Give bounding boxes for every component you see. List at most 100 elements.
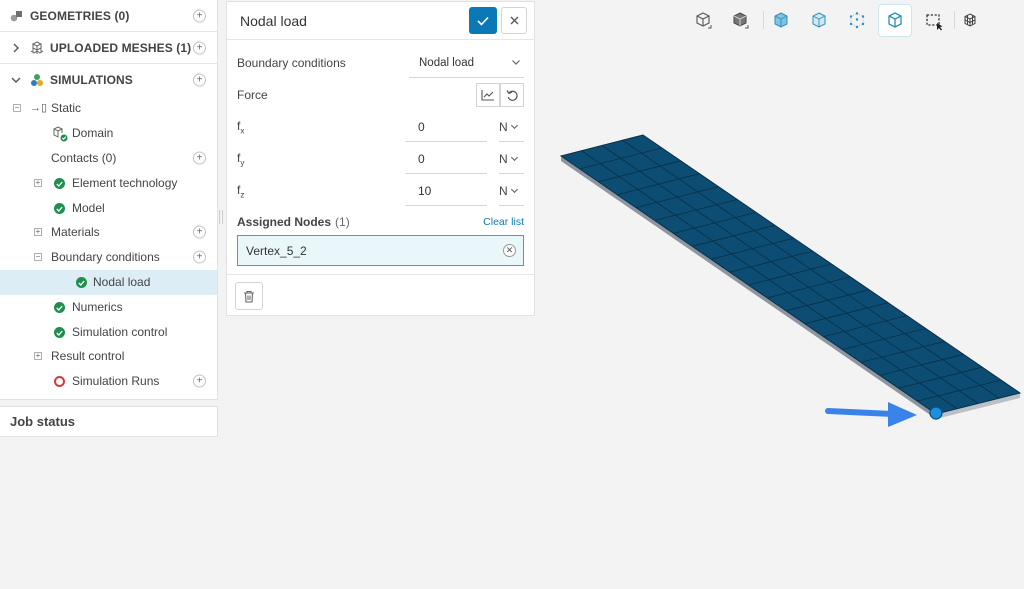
view-surface-button[interactable] [878,4,912,37]
add-material-button[interactable]: + [193,225,206,239]
remove-node-button[interactable]: ✕ [503,244,516,257]
chevron-down-icon [510,156,518,162]
chevron-down-icon[interactable] [10,76,22,84]
view-blue-solid-button[interactable] [764,4,798,37]
mesh-settings-button[interactable] [953,4,987,37]
force-y-unit-select[interactable]: N [499,144,524,174]
close-button[interactable] [501,7,527,34]
job-status-title: Job status [10,414,76,429]
panel-header: Nodal load [227,2,534,40]
tree-item-static[interactable]: − →▯ Static [0,96,217,121]
view-edges-button[interactable] [802,4,836,37]
add-mesh-button[interactable]: + [193,41,206,54]
selected-vertex-marker[interactable] [929,406,943,420]
force-z-input[interactable]: 10 [405,176,487,206]
collapse-icon[interactable]: − [34,253,42,261]
force-z-row: fz 10 N [237,176,524,206]
tree-item-element-technology[interactable]: + Element technology [0,171,217,196]
tree-item-boundary-conditions[interactable]: − Boundary conditions + [0,245,217,270]
simulations-icon [30,73,44,87]
add-geometry-button[interactable]: + [193,9,206,22]
force-y-input[interactable]: 0 [405,144,487,174]
force-arrow-shaft [825,408,895,417]
delete-button[interactable] [235,282,263,310]
add-simulation-button[interactable]: + [193,73,206,87]
force-x-label: fx [237,118,245,136]
chevron-right-icon[interactable] [10,43,22,53]
tree-item-label: Model [72,201,105,216]
assigned-nodes-label: Assigned Nodes [237,215,332,229]
tree-section-label: SIMULATIONS [50,73,133,87]
force-chart-button[interactable] [476,83,500,107]
add-contact-button[interactable]: + [193,151,206,165]
force-y-row: fy 0 N [237,144,524,174]
clear-list-link[interactable]: Clear list [483,216,524,228]
tree-section-simulations[interactable]: SIMULATIONS + [0,64,217,96]
confirm-button[interactable] [469,7,497,34]
cube-surface-icon [888,11,902,28]
boundary-condition-value: Nodal load [419,56,474,69]
tree-item-model[interactable]: Model [0,196,217,221]
tree-item-label: Static [51,101,82,116]
expand-icon[interactable]: + [34,179,42,187]
panel-title: Nodal load [240,12,307,29]
cube-blue-icon [774,11,788,28]
force-label: Force [237,88,268,102]
panel-resize-handle[interactable] [219,210,223,224]
tree-section-uploaded-meshes[interactable]: UPLOADED MESHES (1) + [0,32,217,64]
chevron-down-icon [510,124,518,130]
tree-section-label: UPLOADED MESHES (1) [50,40,192,55]
force-x-unit-select[interactable]: N [499,112,524,142]
3d-viewport[interactable] [540,120,1024,440]
tree-item-label: Boundary conditions [51,250,160,265]
add-boundary-condition-button[interactable]: + [193,250,206,264]
plate-side-face [561,156,936,419]
tree-item-materials[interactable]: + Materials + [0,220,217,245]
tree-item-label: Contacts (0) [51,151,117,166]
job-status-panel[interactable]: Job status [0,406,218,437]
tree-item-label: Result control [51,349,125,364]
chevron-down-icon [512,60,520,65]
check-icon [54,302,65,313]
tree-item-domain[interactable]: Domain [0,121,217,146]
add-simulation-run-button[interactable]: + [193,374,206,388]
tree-item-nodal-load[interactable]: Nodal load [0,270,217,295]
domain-icon [52,126,69,145]
box-select-icon [926,13,943,30]
tree-item-label: Nodal load [93,275,151,290]
cube-edges-icon [812,11,826,28]
expand-icon[interactable]: + [34,352,42,360]
boundary-condition-row: Boundary conditions Nodal load [237,48,524,78]
view-solid-button[interactable] [724,4,758,37]
tree-item-label: Element technology [72,176,178,191]
tree-section-geometries[interactable]: GEOMETRIES (0) + [0,0,217,32]
check-icon [477,16,489,26]
unit-label: N [499,151,508,166]
force-reset-button[interactable] [500,83,524,107]
collapse-icon[interactable]: − [13,104,21,112]
tree-item-simulation-control[interactable]: Simulation control [0,320,217,345]
chevron-down-icon [510,188,518,194]
tree-item-label: Simulation control [72,325,168,340]
boundary-condition-select[interactable]: Nodal load [409,48,524,78]
assigned-nodes-header: Assigned Nodes (1) Clear list [237,212,524,232]
meshes-icon [30,40,44,55]
status-error-icon [54,376,65,387]
boundary-condition-label: Boundary conditions [237,56,346,70]
tree-item-result-control[interactable]: + Result control [0,344,217,369]
view-points-button[interactable] [840,4,874,37]
view-wireframe-button[interactable] [687,4,721,37]
force-x-input[interactable]: 0 [405,112,487,142]
tree-item-contacts[interactable]: Contacts (0) + [0,146,217,171]
static-analysis-icon: →▯ [30,102,48,114]
unit-label: N [499,119,508,134]
assigned-node-item[interactable]: Vertex_5_2 ✕ [237,235,524,266]
tree-item-simulation-runs[interactable]: Simulation Runs + [0,369,217,394]
check-icon [54,203,65,214]
force-z-unit-select[interactable]: N [499,176,524,206]
box-select-button[interactable] [917,4,951,37]
expand-icon[interactable]: + [34,228,42,236]
force-x-row: fx 0 N [237,112,524,142]
tree-item-numerics[interactable]: Numerics [0,295,217,320]
trash-icon [244,290,254,303]
